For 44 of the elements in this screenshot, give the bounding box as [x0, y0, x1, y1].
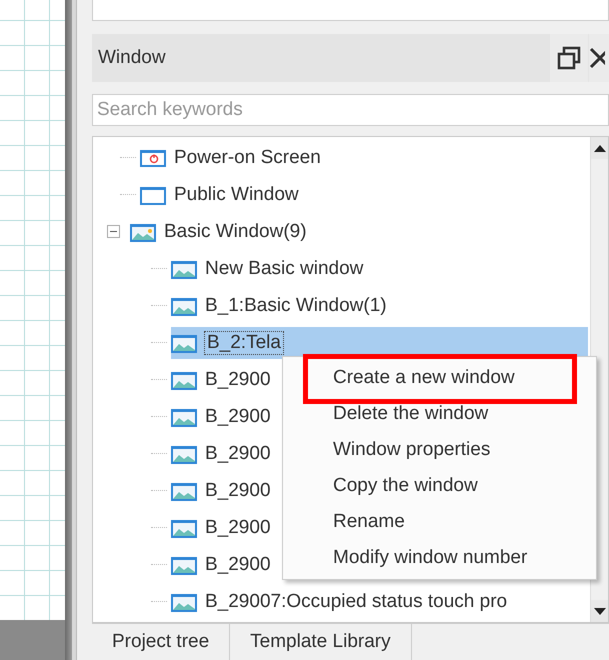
down-arrow-icon — [594, 608, 606, 614]
panel-title: Window — [98, 47, 167, 69]
menu-item[interactable]: Rename — [333, 511, 405, 533]
tree-item[interactable]: Basic Window(9) — [130, 216, 311, 248]
image-window-icon — [171, 592, 197, 612]
tree-item[interactable]: B_29007:Occupied status touch pro — [171, 586, 512, 618]
tree-item[interactable]: B_2900 — [171, 512, 275, 544]
image-window-icon — [171, 518, 197, 538]
close-icon — [589, 47, 605, 69]
tree-item[interactable]: B_2900 — [171, 438, 275, 470]
tree-item[interactable]: New Basic window — [171, 252, 368, 284]
float-button[interactable] — [550, 34, 588, 82]
image-window-icon — [171, 444, 197, 464]
tree-item[interactable]: B_2900 — [171, 474, 275, 506]
collapse-icon[interactable] — [107, 225, 120, 238]
workspace-background — [0, 620, 65, 660]
image-window-icon — [171, 258, 197, 278]
image-window-icon — [130, 222, 156, 242]
menu-item[interactable]: Copy the window — [333, 475, 478, 497]
tree-item[interactable]: Public Window — [140, 178, 303, 210]
power-screen-icon — [140, 148, 166, 168]
image-window-icon — [171, 370, 197, 390]
up-arrow-icon — [594, 144, 606, 152]
image-window-icon — [171, 480, 197, 500]
tree-item[interactable]: Power-on Screen — [140, 142, 325, 174]
menu-item[interactable]: Modify window number — [333, 547, 528, 569]
tree-item[interactable]: B_2900 — [171, 364, 275, 396]
tree-item[interactable]: B_1:Basic Window(1) — [171, 290, 391, 322]
scroll-up-button[interactable] — [591, 137, 608, 159]
image-window-icon — [171, 406, 197, 426]
menu-item[interactable]: Create a new window — [333, 367, 515, 389]
close-button[interactable] — [589, 34, 609, 82]
restore-icon — [557, 46, 581, 70]
image-window-icon — [171, 554, 197, 574]
tree-item[interactable]: B_2:Tela — [171, 326, 588, 358]
menu-item[interactable]: Delete the window — [333, 403, 488, 425]
tree-item[interactable]: B_2900 — [171, 400, 275, 432]
scroll-down-button[interactable] — [591, 600, 608, 622]
tree-item[interactable]: B_2900 — [171, 548, 275, 580]
search-field[interactable]: Search keywords — [92, 94, 609, 126]
image-window-icon — [171, 296, 197, 316]
window-icon — [140, 184, 166, 204]
menu-item[interactable]: Window properties — [333, 439, 490, 461]
image-window-icon — [171, 332, 197, 352]
